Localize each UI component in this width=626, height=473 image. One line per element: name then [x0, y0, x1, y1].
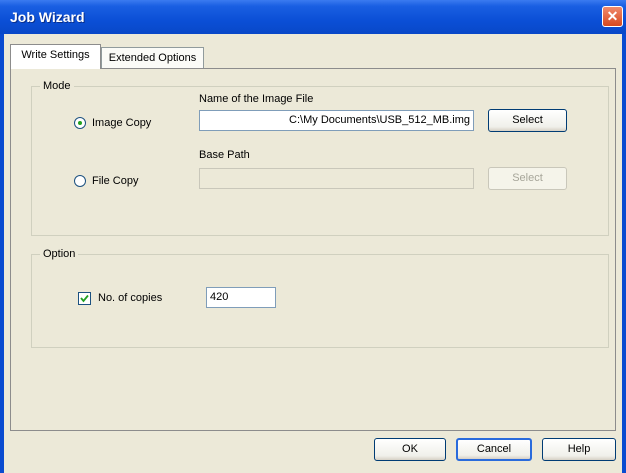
image-file-field[interactable]: C:\My Documents\USB_512_MB.img — [199, 110, 474, 131]
mode-group: Mode Image Copy Name of the Image File C… — [31, 80, 609, 236]
base-path-field — [199, 168, 474, 189]
window-title: Job Wizard — [10, 9, 85, 25]
tab-write-settings[interactable]: Write Settings — [10, 44, 101, 69]
image-copy-label[interactable]: Image Copy — [92, 117, 151, 129]
copies-field[interactable]: 420 — [206, 287, 276, 308]
image-file-label: Name of the Image File — [199, 93, 314, 105]
copies-label[interactable]: No. of copies — [98, 292, 162, 304]
close-icon: ✕ — [606, 8, 619, 24]
title-bar[interactable]: Job Wizard ✕ — [0, 0, 626, 34]
dialog-body: Write Settings Extended Options Mode Ima… — [4, 34, 622, 473]
file-copy-label[interactable]: File Copy — [92, 175, 138, 187]
option-group: Option No. of copies 420 — [31, 248, 609, 348]
option-group-label: Option — [40, 248, 79, 260]
help-button[interactable]: Help — [542, 438, 616, 461]
tab-extended-options[interactable]: Extended Options — [101, 47, 204, 69]
ok-button[interactable]: OK — [374, 438, 446, 461]
mode-group-label: Mode — [40, 80, 74, 92]
base-path-label: Base Path — [199, 149, 250, 161]
cancel-button[interactable]: Cancel — [456, 438, 532, 461]
image-copy-radio[interactable] — [74, 117, 86, 129]
checkmark-icon — [80, 294, 89, 303]
base-select-button: Select — [488, 167, 567, 190]
file-copy-radio[interactable] — [74, 175, 86, 187]
radio-selected-dot — [78, 121, 82, 125]
close-button[interactable]: ✕ — [602, 6, 623, 27]
copies-checkbox[interactable] — [78, 292, 91, 305]
image-select-button[interactable]: Select — [488, 109, 567, 132]
job-wizard-window: Job Wizard ✕ Write Settings Extended Opt… — [0, 0, 626, 473]
write-settings-panel: Mode Image Copy Name of the Image File C… — [10, 68, 616, 431]
